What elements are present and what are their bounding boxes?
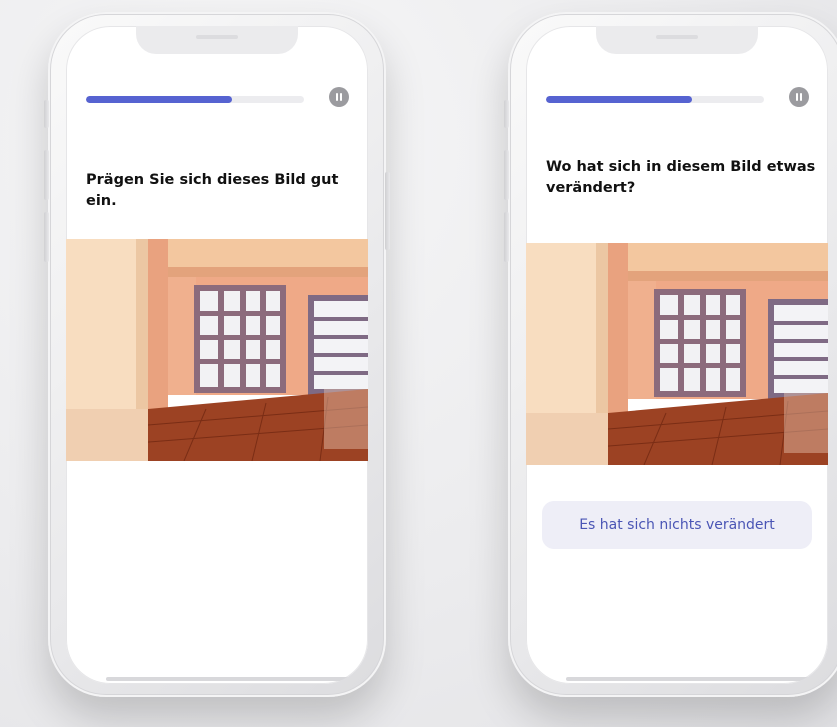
- volume-up-button: [44, 150, 49, 200]
- volume-up-button: [504, 150, 509, 200]
- power-button: [385, 172, 390, 250]
- room-image: [66, 239, 368, 461]
- home-indicator-area: [106, 677, 364, 681]
- screen-memorize: Prägen Sie sich dieses Bild gut ein.: [66, 26, 368, 684]
- progress-fill: [86, 96, 233, 103]
- notch: [596, 26, 758, 54]
- home-indicator-area: [566, 677, 824, 681]
- progress-bar: [86, 96, 304, 103]
- speaker: [196, 35, 238, 39]
- no-change-button[interactable]: Es hat sich nichts verändert: [542, 501, 812, 549]
- room-image[interactable]: [526, 243, 828, 465]
- pause-icon[interactable]: [329, 87, 349, 107]
- pause-icon[interactable]: [789, 87, 809, 107]
- question-text: Wo hat sich in diesem Bild etwas verände…: [546, 159, 816, 196]
- mute-switch: [504, 100, 509, 128]
- progress-fill: [546, 96, 693, 103]
- question-text: Prägen Sie sich dieses Bild gut ein.: [86, 172, 339, 209]
- screen-recall: Wo hat sich in diesem Bild etwas verände…: [526, 26, 828, 684]
- progress-bar: [546, 96, 764, 103]
- notch: [136, 26, 298, 54]
- volume-down-button: [504, 212, 509, 262]
- phone-right: Wo hat sich in diesem Bild etwas verände…: [504, 12, 837, 697]
- speaker: [656, 35, 698, 39]
- mute-switch: [44, 100, 49, 128]
- volume-down-button: [44, 212, 49, 262]
- phone-left: Prägen Sie sich dieses Bild gut ein.: [44, 12, 390, 697]
